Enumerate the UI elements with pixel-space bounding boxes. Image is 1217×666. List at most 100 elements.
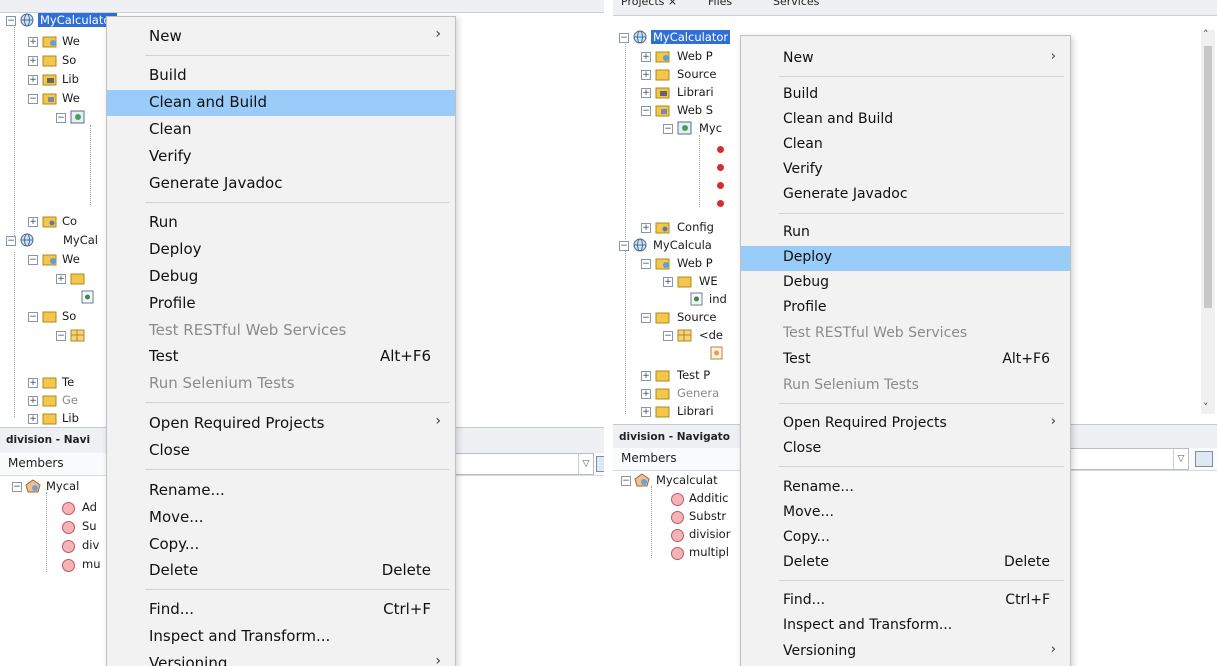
menu-item-clean[interactable]: Clean — [741, 133, 1070, 158]
menu-item-copy[interactable]: Copy... — [107, 532, 455, 558]
collapse-icon[interactable]: − — [56, 113, 66, 123]
menu-item-clean[interactable]: Clean — [107, 117, 455, 143]
scroll-up-icon[interactable]: ˄ — [1203, 28, 1209, 41]
tab-files[interactable]: Files — [708, 0, 732, 8]
menu-item-clean-and-build[interactable]: Clean and Build — [741, 108, 1070, 133]
tree-label: Ge — [62, 393, 78, 407]
menu-item-inspect-and-transform[interactable]: Inspect and Transform... — [107, 624, 455, 650]
navigator-options-icon[interactable] — [596, 456, 604, 472]
expand-icon[interactable]: + — [641, 88, 651, 98]
menu-item-inspect-and-transform[interactable]: Inspect and Transform... — [741, 614, 1070, 639]
menu-item-run[interactable]: Run — [741, 221, 1070, 246]
expand-icon[interactable]: + — [28, 56, 38, 66]
menu-item-build[interactable]: Build — [107, 63, 455, 89]
expand-icon[interactable]: + — [28, 75, 38, 85]
collapse-icon[interactable]: − — [28, 255, 38, 265]
menu-item-deploy[interactable]: Deploy — [741, 246, 1070, 271]
menu-item-versioning[interactable]: Versioning › — [741, 640, 1070, 665]
collapse-icon[interactable]: − — [28, 312, 38, 322]
menu-item-build[interactable]: Build — [741, 83, 1070, 108]
menu-item-test[interactable]: Test Alt+F6 — [107, 344, 455, 370]
chevron-down-icon[interactable]: ▽ — [578, 454, 593, 474]
menu-item-debug[interactable]: Debug — [107, 264, 455, 290]
collapse-icon[interactable]: − — [663, 331, 673, 341]
tab-services[interactable]: Services — [773, 0, 819, 8]
scrollbar-thumb[interactable] — [1204, 46, 1212, 308]
menu-item-test[interactable]: Test Alt+F6 — [741, 348, 1070, 373]
tab-strip: Projects × Files Services — [613, 0, 1217, 16]
menu-item-new[interactable]: New › — [741, 47, 1070, 72]
collapse-icon[interactable]: − — [619, 241, 629, 251]
method-icon — [671, 493, 684, 506]
shortcut-label: Ctrl+F — [1005, 592, 1050, 608]
collapse-icon[interactable]: − — [641, 313, 651, 323]
menu-item-rename[interactable]: Rename... — [741, 476, 1070, 501]
menu-item-label: Test — [783, 351, 811, 367]
tree-scrollbar[interactable]: ˄ ˅ — [1201, 28, 1215, 414]
menu-item-versioning[interactable]: Versioning › — [107, 651, 455, 666]
collapse-icon[interactable]: − — [621, 476, 631, 486]
method-label: Ad — [82, 500, 97, 514]
navigator-options-icon[interactable] — [1195, 451, 1213, 467]
members-filter-combo[interactable]: ▽ — [440, 453, 594, 475]
collapse-icon[interactable]: − — [619, 33, 629, 43]
tab-projects[interactable]: Projects × — [621, 0, 677, 8]
menu-item-verify[interactable]: Verify — [107, 144, 455, 170]
menu-item-label: Find... — [783, 592, 826, 608]
folder-icon — [655, 370, 670, 382]
expand-icon[interactable]: + — [641, 52, 651, 62]
menu-item-new[interactable]: New › — [107, 24, 455, 50]
menu-item-verify[interactable]: Verify — [741, 158, 1070, 183]
expand-icon[interactable]: + — [28, 414, 38, 424]
expand-icon[interactable]: + — [641, 389, 651, 399]
collapse-icon[interactable]: − — [6, 236, 16, 246]
scroll-down-icon[interactable]: ˅ — [1203, 401, 1209, 414]
menu-item-clean-and-build[interactable]: Clean and Build — [107, 90, 455, 116]
menu-item-profile[interactable]: Profile — [741, 296, 1070, 321]
expand-icon[interactable]: + — [28, 378, 38, 388]
menu-item-copy[interactable]: Copy... — [741, 526, 1070, 551]
collapse-icon[interactable]: − — [641, 106, 651, 116]
collapse-icon[interactable]: − — [56, 331, 66, 341]
chevron-down-icon[interactable]: ▽ — [1173, 449, 1188, 469]
collapse-icon[interactable]: − — [28, 94, 38, 104]
menu-item-generate-javadoc[interactable]: Generate Javadoc — [107, 171, 455, 197]
menu-item-debug[interactable]: Debug — [741, 271, 1070, 296]
menu-item-label: Copy... — [149, 535, 200, 553]
expand-icon[interactable]: + — [663, 277, 673, 287]
expand-icon[interactable]: + — [28, 37, 38, 47]
menu-item-generate-javadoc[interactable]: Generate Javadoc — [741, 183, 1070, 208]
menu-item-find[interactable]: Find... Ctrl+F — [741, 589, 1070, 614]
collapse-icon[interactable]: − — [12, 482, 22, 492]
menu-item-move[interactable]: Move... — [741, 501, 1070, 526]
menu-item-delete[interactable]: Delete Delete — [107, 558, 455, 584]
expand-icon[interactable]: + — [641, 223, 651, 233]
collapse-icon[interactable]: − — [663, 124, 673, 134]
expand-icon[interactable]: + — [641, 407, 651, 417]
members-filter-combo[interactable]: ▽ — [1053, 448, 1189, 470]
web-folder-icon — [655, 105, 670, 117]
menu-item-label: New — [149, 27, 182, 45]
expand-icon[interactable]: + — [28, 217, 38, 227]
menu-item-close[interactable]: Close — [107, 438, 455, 464]
tree-label: Web P — [677, 256, 713, 270]
menu-item-open-required-projects[interactable]: Open Required Projects › — [741, 412, 1070, 437]
expand-icon[interactable]: + — [28, 396, 38, 406]
expand-icon[interactable]: + — [56, 274, 66, 284]
collapse-icon[interactable]: − — [641, 259, 651, 269]
collapse-icon[interactable]: − — [6, 16, 16, 26]
menu-item-profile[interactable]: Profile — [107, 291, 455, 317]
menu-item-open-required-projects[interactable]: Open Required Projects › — [107, 411, 455, 437]
menu-item-find[interactable]: Find... Ctrl+F — [107, 597, 455, 623]
menu-item-delete[interactable]: Delete Delete — [741, 551, 1070, 576]
expand-icon[interactable]: + — [641, 70, 651, 80]
folder-icon — [655, 312, 670, 324]
menu-item-deploy[interactable]: Deploy — [107, 237, 455, 263]
menu-item-close[interactable]: Close — [741, 437, 1070, 462]
expand-icon[interactable]: + — [641, 371, 651, 381]
menu-separator — [779, 213, 1064, 214]
menu-item-run[interactable]: Run — [107, 210, 455, 236]
menu-item-rename[interactable]: Rename... — [107, 478, 455, 504]
menu-item-move[interactable]: Move... — [107, 505, 455, 531]
tree-label: Source — [677, 67, 717, 81]
